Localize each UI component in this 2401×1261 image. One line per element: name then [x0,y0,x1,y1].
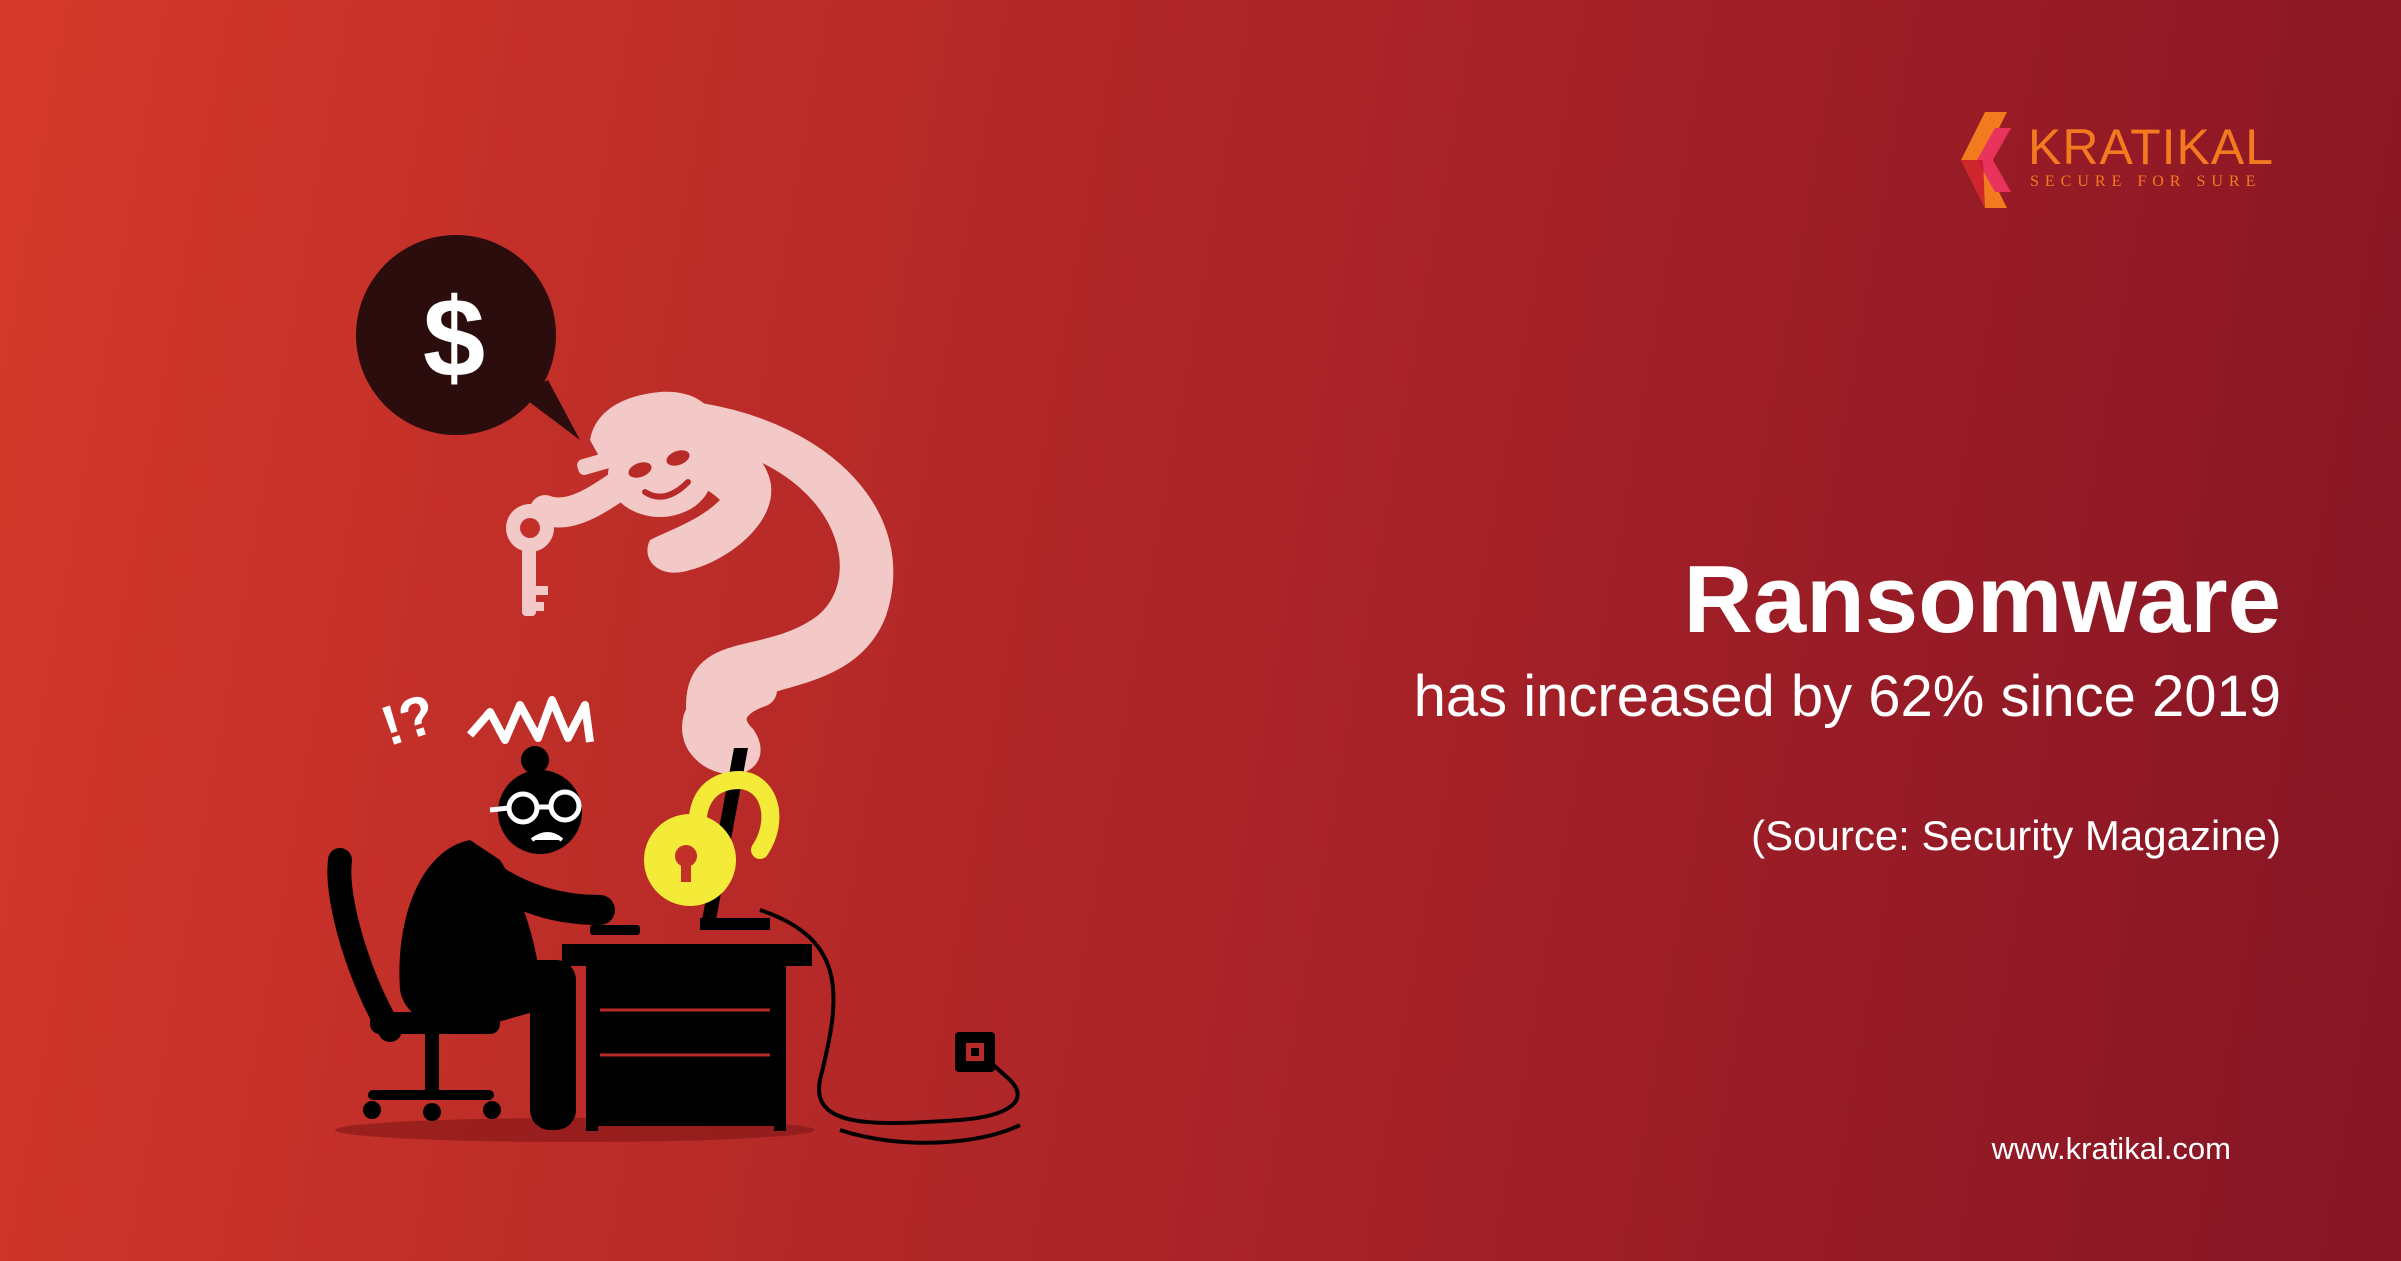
logo-wordmark: KRATIKAL [2028,119,2275,175]
user-frown [530,832,564,842]
frustration-mark-icon [466,696,594,744]
desk [562,925,812,1131]
headline: Ransomware [1683,546,2281,653]
key-icon [506,504,554,616]
banner: KRATIKAL SECURE FOR SURE Ransomware has … [0,0,2401,1261]
kratikal-logo[interactable]: KRATIKAL SECURE FOR SURE [1955,110,2275,220]
worried-user-icon [327,746,615,1130]
website-link[interactable]: www.kratikal.com [1992,1133,2231,1164]
ransomware-illustration [327,235,1021,1145]
padlock-icon [644,770,780,906]
logo-tagline: SECURE FOR SURE [2030,173,2262,190]
power-socket-icon [955,1032,995,1072]
dollar-sign: $ [422,275,486,400]
power-cable [759,908,1020,1125]
hacker-ghost-icon [530,391,894,775]
logo-chevron-icon [1961,112,2011,208]
source-citation: (Source: Security Magazine) [1751,812,2281,859]
subhead: has increased by 62% since 2019 [1413,664,2281,729]
